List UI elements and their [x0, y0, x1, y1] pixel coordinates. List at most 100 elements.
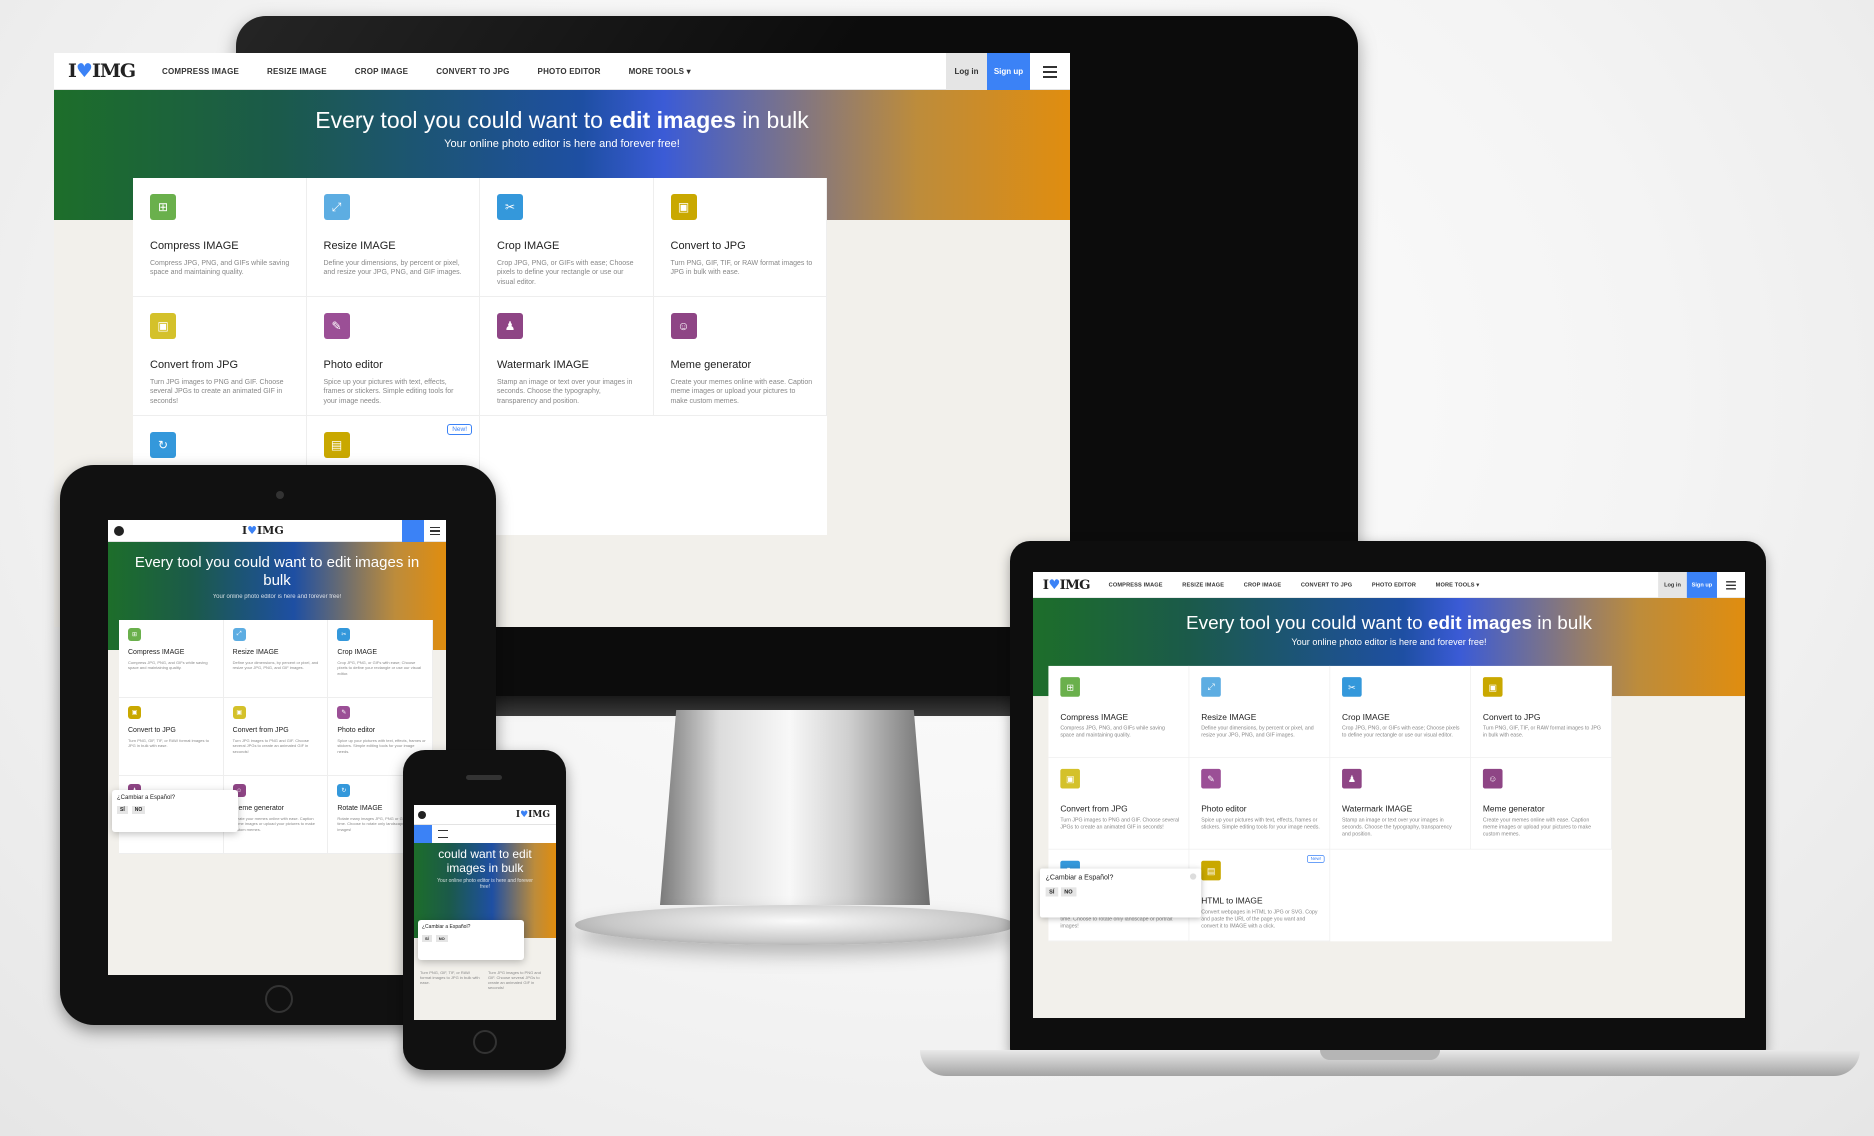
tablet-logo[interactable]: I♥IMG — [242, 524, 284, 537]
nav-more-tools[interactable]: MORE TOOLS ▾ — [1436, 581, 1480, 587]
card-desc: Create your memes online with ease. Capt… — [1482, 816, 1592, 838]
card-desc: Turn PNG, GIF, TIF, or RAW format images… — [128, 738, 209, 749]
tool-card-meme-generator[interactable]: ☺ Meme generator Create your memes online … — [1471, 757, 1612, 850]
tool-card-convert-from-jpg[interactable]: ▣ Convert from JPG Turn JPG images to PNG … — [223, 698, 329, 776]
laptop-nav-links: COMPRESS IMAGE RESIZE IMAGE CROP IMAGE C… — [1109, 581, 1480, 587]
tool-card-crop-image[interactable]: ✂ Crop IMAGE Crop JPG, PNG, or GIFs with e… — [480, 178, 654, 297]
hero-subtitle: Your online photo editor is here and for… — [444, 138, 680, 150]
nav-photo-editor[interactable]: PHOTO EDITOR — [538, 67, 601, 76]
language-question: ¿Cambiar a Español? — [117, 795, 176, 801]
language-yes-button[interactable]: SÍ — [422, 935, 432, 942]
html-icon: ▤ — [1201, 860, 1221, 881]
hamburger-menu-icon[interactable] — [1030, 53, 1070, 90]
card-title: Photo editor — [323, 359, 383, 371]
phone-card-row: Turn PNG, GIF, TIF, or RAW format images… — [420, 970, 550, 990]
tool-card-convert-from-jpg[interactable]: ▣ Convert from JPG Turn JPG images to PNG … — [133, 297, 307, 416]
tool-card-compress-image[interactable]: ⊞ Compress IMAGE Compress JPG, PNG, and GI… — [1048, 665, 1190, 758]
card-desc: Stamp an image or text over your images … — [497, 379, 633, 405]
nav-resize-image[interactable]: RESIZE IMAGE — [1182, 581, 1224, 587]
nav-compress-image[interactable]: COMPRESS IMAGE — [1109, 581, 1163, 587]
card-desc: Compress JPG, PNG, and GIFs while saving… — [150, 260, 290, 277]
laptop-screen: I♥IMG COMPRESS IMAGE RESIZE IMAGE CROP I… — [1033, 572, 1745, 1018]
site-logo[interactable]: I♥IMG — [54, 60, 162, 82]
tool-card-meme-generator[interactable]: ☺ Meme generator Create your memes online … — [223, 776, 329, 854]
nav-convert-to-jpg[interactable]: CONVERT TO JPG — [1301, 581, 1352, 587]
card-desc: Define your dimensions, by percent or pi… — [1201, 724, 1314, 739]
tool-card-convert-to-jpg[interactable]: ▣ Convert to JPG Turn PNG, GIF, TIF, or RA… — [119, 698, 224, 776]
card-title: Meme generator — [1482, 803, 1545, 814]
tablet-screen: I♥IMG Every tool you could want to edit … — [108, 520, 446, 975]
user-icon[interactable] — [402, 520, 424, 542]
tablet-hero-subtitle: Your online photo editor is here and for… — [212, 594, 342, 600]
card-title: Meme generator — [232, 805, 285, 812]
tool-card-resize-image[interactable]: ⤢ Resize IMAGE Define your dimensions, by … — [306, 178, 480, 297]
phone-screen: I♥IMG could want to edit images in bulk … — [414, 805, 556, 1020]
hamburger-menu-icon[interactable] — [1717, 572, 1745, 598]
nav-photo-editor[interactable]: PHOTO EDITOR — [1372, 581, 1416, 587]
card-title: Watermark IMAGE — [497, 359, 589, 371]
laptop-logo[interactable]: I♥IMG — [1033, 577, 1109, 592]
heart-icon: ♥ — [1048, 576, 1060, 593]
card-title: HTML to IMAGE — [1201, 895, 1263, 906]
tool-card-watermark-image[interactable]: ♟ Watermark IMAGE Stamp an image or text o… — [480, 297, 654, 416]
tool-card-watermark-image[interactable]: ♟ Watermark IMAGE Stamp an image or text o… — [1330, 757, 1471, 850]
nav-resize-image[interactable]: RESIZE IMAGE — [267, 67, 327, 76]
nav-convert-to-jpg[interactable]: CONVERT TO JPG — [436, 67, 509, 76]
language-yes-button[interactable]: SÍ — [1045, 887, 1058, 897]
close-icon[interactable] — [1189, 873, 1197, 880]
signup-button[interactable]: Sign up — [987, 53, 1030, 90]
tool-card-resize-image[interactable]: ⤢ Resize IMAGE Define your dimensions, by … — [223, 620, 329, 698]
tool-card-crop-image[interactable]: ✂ Crop IMAGE Crop JPG, PNG, or GIFs with e… — [328, 620, 433, 698]
compass-icon[interactable] — [418, 810, 426, 819]
nav-account: Log in Sign up — [946, 53, 1070, 90]
card-title: Convert to JPG — [1482, 712, 1541, 722]
tool-card-convert-to-jpg[interactable]: ▣ Convert to JPG Turn PNG, GIF, TIF, or RA… — [653, 178, 827, 297]
hamburger-menu-icon[interactable] — [438, 830, 448, 838]
language-no-button[interactable]: NO — [435, 935, 448, 942]
hero-subtitle: Your online photo editor is here and for… — [1291, 636, 1487, 647]
tool-card-photo-editor[interactable]: ✎ Photo editor Spice up your pictures with… — [306, 297, 480, 416]
language-popup: ¿Cambiar a Español? SÍ NO — [1040, 868, 1202, 918]
smile-icon: ☺ — [1482, 768, 1503, 789]
heart-icon: ♥ — [75, 60, 93, 82]
tablet-navbar: I♥IMG — [108, 520, 446, 542]
top-navbar: I♥IMG COMPRESS IMAGE RESIZE IMAGE CROP I… — [54, 53, 1070, 90]
nav-more-tools[interactable]: MORE TOOLS ▾ — [629, 67, 691, 76]
language-yes-button[interactable]: SÍ — [117, 806, 128, 814]
phone-logo[interactable]: I♥IMG — [516, 810, 550, 820]
tool-card-resize-image[interactable]: ⤢ Resize IMAGE Define your dimensions, by … — [1189, 665, 1331, 758]
tool-card-compress-image[interactable]: ⊞ Compress IMAGE Compress JPG, PNG, and GI… — [133, 178, 307, 297]
login-button[interactable]: Log in — [1658, 572, 1687, 598]
card-desc: Compress JPG, PNG, and GIFs while saving… — [128, 660, 208, 671]
tool-card-html-to-image[interactable]: ▤ HTML to IMAGE Convert webpages in HTML t… — [1189, 849, 1331, 942]
card-desc: Turn JPG images to PNG and GIF. Choose s… — [150, 379, 284, 405]
tool-card-convert-to-jpg[interactable]: ▣ Convert to JPG Turn PNG, GIF, TIF, or RA… — [1471, 665, 1612, 758]
stamp-icon: ♟ — [1342, 768, 1362, 789]
signup-button[interactable]: Sign up — [1686, 572, 1717, 598]
tool-card-photo-editor[interactable]: ✎ Photo editor Spice up your pictures with… — [1189, 757, 1331, 850]
nav-crop-image[interactable]: CROP IMAGE — [355, 67, 408, 76]
user-icon[interactable] — [414, 825, 432, 843]
phone-hero-subtitle: Your online photo editor is here and for… — [437, 878, 533, 890]
card-title: Convert from JPG — [1060, 803, 1128, 814]
laptop-navbar: I♥IMG COMPRESS IMAGE RESIZE IMAGE CROP I… — [1033, 572, 1745, 598]
tool-card-convert-from-jpg[interactable]: ▣ Convert from JPG Turn JPG images to PNG … — [1048, 757, 1190, 850]
card-desc: Crop JPG, PNG, or GIFs with ease; Choose… — [497, 260, 634, 286]
card-title: Crop IMAGE — [497, 240, 560, 252]
nav-compress-image[interactable]: COMPRESS IMAGE — [162, 67, 239, 76]
tool-card-meme-generator[interactable]: ☺ Meme generator Create your memes online … — [653, 297, 827, 416]
language-no-button[interactable]: NO — [1060, 887, 1077, 897]
hamburger-menu-icon[interactable] — [424, 520, 446, 542]
nav-crop-image[interactable]: CROP IMAGE — [1244, 581, 1281, 587]
tool-card-compress-image[interactable]: ⊞ Compress IMAGE Compress JPG, PNG, and GI… — [119, 620, 224, 698]
card-desc: Spice up your pictures with text, effect… — [1201, 816, 1320, 830]
login-button[interactable]: Log in — [946, 53, 987, 90]
tablet-camera — [276, 491, 284, 499]
card-title: Convert from JPG — [150, 359, 239, 371]
tool-card-crop-image[interactable]: ✂ Crop IMAGE Crop JPG, PNG, or GIFs with e… — [1330, 665, 1471, 758]
stamp-icon: ♟ — [497, 313, 523, 339]
compass-icon[interactable] — [114, 525, 124, 536]
language-question: ¿Cambiar a Español? — [422, 924, 471, 930]
language-no-button[interactable]: NO — [131, 806, 146, 814]
card-title: Convert from JPG — [232, 727, 289, 734]
